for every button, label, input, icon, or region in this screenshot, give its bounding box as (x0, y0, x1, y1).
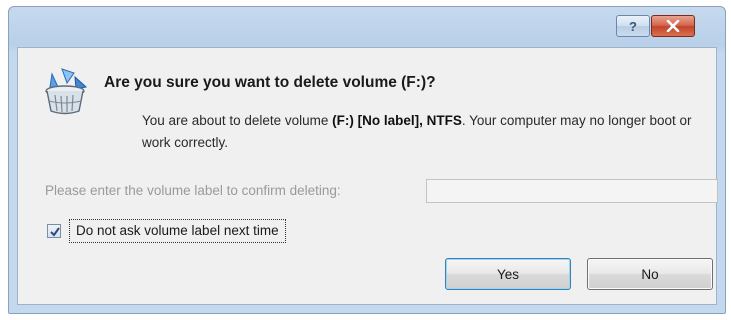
dialog-heading: Are you sure you want to delete volume (… (104, 74, 436, 91)
checkmark-icon (50, 227, 60, 237)
delete-volume-dialog: ? Are you sure you want to delete volume… (8, 6, 726, 314)
dialog-message: You are about to delete volume (F:) [No … (142, 110, 722, 154)
title-bar: ? (9, 7, 725, 47)
no-button[interactable]: No (587, 258, 713, 290)
help-button[interactable]: ? (616, 15, 650, 37)
volume-name: (F:) [No label], NTFS (332, 113, 462, 128)
dont-ask-checkbox-label[interactable]: Do not ask volume label next time (69, 219, 286, 243)
close-icon (666, 20, 680, 32)
close-button[interactable] (651, 15, 695, 37)
yes-button[interactable]: Yes (445, 258, 571, 290)
message-prefix: You are about to delete volume (142, 113, 333, 128)
dont-ask-checkbox[interactable] (47, 224, 61, 238)
dialog-body: Are you sure you want to delete volume (… (17, 47, 718, 305)
volume-label-input[interactable] (426, 179, 718, 203)
confirm-label: Please enter the volume label to confirm… (45, 183, 341, 198)
recycle-bin-icon (45, 68, 88, 115)
help-icon: ? (629, 18, 637, 34)
